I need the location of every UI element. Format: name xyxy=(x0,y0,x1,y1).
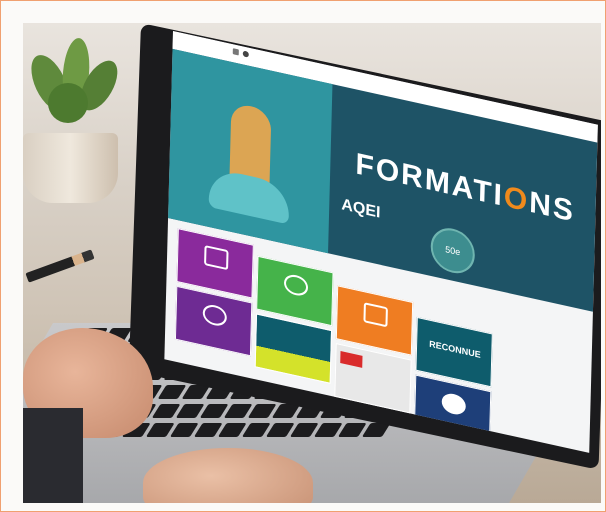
anniversary-badge: 50e xyxy=(430,224,476,278)
user-icon xyxy=(242,50,249,58)
laptop-icon xyxy=(204,245,229,271)
cart-icon xyxy=(232,48,239,56)
course-tile[interactable] xyxy=(254,313,333,384)
helmet-icon xyxy=(283,272,309,298)
red-label xyxy=(340,351,363,368)
seal-icon xyxy=(441,391,467,417)
hero-title: FORMATIONS xyxy=(355,147,576,229)
photo: FORMATIONS AQEI 50e RECONNUE xyxy=(23,23,601,503)
hand-illustration xyxy=(208,167,290,225)
reconnue-label: RECONNUE xyxy=(429,338,481,360)
pencil xyxy=(25,249,95,283)
aqei-logo: AQEI xyxy=(341,196,381,222)
circle-icon xyxy=(202,302,228,328)
plant-pot xyxy=(23,133,118,203)
course-tile[interactable] xyxy=(174,285,253,357)
hero-illustration-panel xyxy=(168,48,333,254)
image-frame: FORMATIONS AQEI 50e RECONNUE xyxy=(0,0,606,512)
plant-leaf xyxy=(48,83,88,123)
machine-icon xyxy=(363,302,388,328)
sleeve xyxy=(23,408,83,503)
